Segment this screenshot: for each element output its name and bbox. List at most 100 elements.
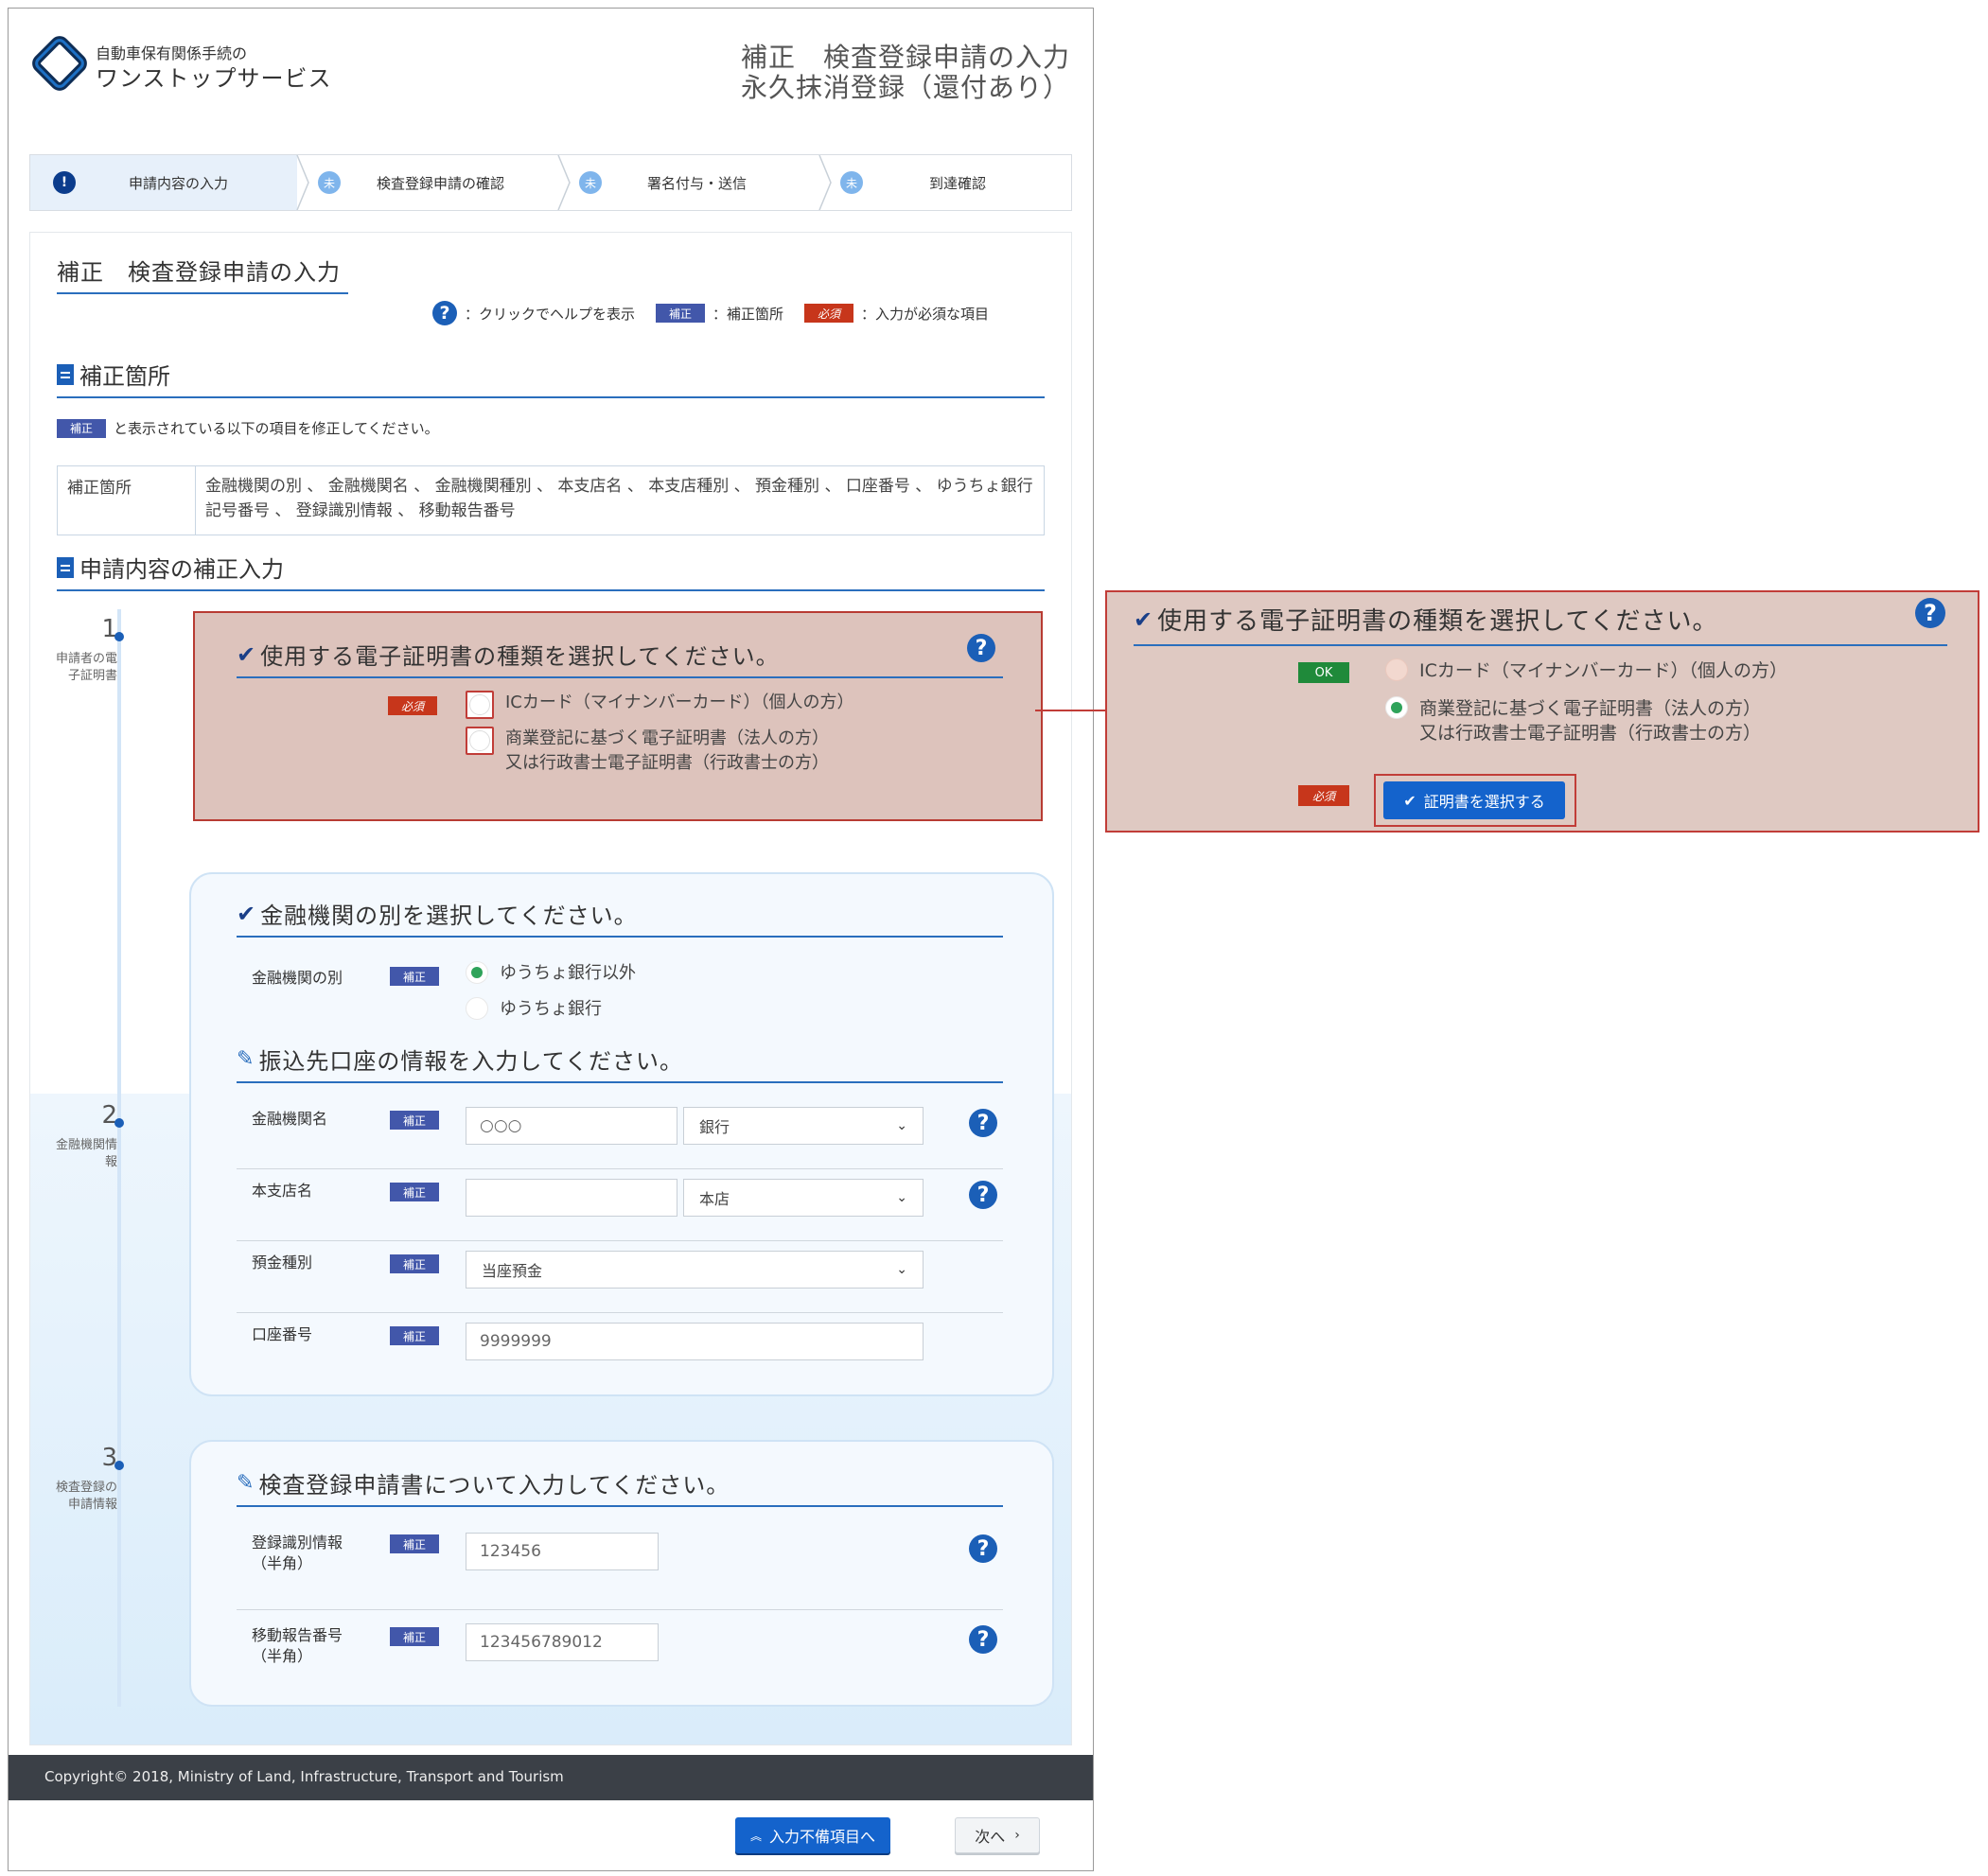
card-heading-text: 使用する電子証明書の種類を選択してください。: [260, 643, 780, 670]
row-label: 本支店名: [252, 1182, 313, 1200]
row-deposit-type: 預金種別 補正 当座預金 ⌄: [237, 1241, 1003, 1313]
row-label: 移動報告番号 （半角）: [252, 1625, 343, 1667]
zoom-callout: ✔ 使用する電子証明書の種類を選択してください。 ? OK ICカード（マイナン…: [1105, 590, 1979, 833]
option-line2: 又は行政書士電子証明書（行政書士の方）: [505, 753, 829, 773]
button-label: 証明書を選択する: [1423, 793, 1545, 811]
hosei-badge: 補正: [390, 1183, 439, 1201]
help-icon[interactable]: ?: [1915, 598, 1945, 628]
cert-option-ic[interactable]: ICカード（マイナンバーカード）（個人の方）: [466, 691, 854, 719]
required-badge: 必須: [804, 304, 854, 323]
timeline-label: 検査登録の申請情報: [55, 1481, 117, 1512]
bank-card: ✔ 金融機関の別を選択してください。 金融機関の別 補正 ゆうちょ銀行以外 ゆう…: [189, 872, 1054, 1396]
hosei-badge: 補正: [390, 1627, 439, 1646]
bank-type-select[interactable]: 銀行 ⌄: [683, 1107, 924, 1145]
branch-type-select[interactable]: 本店 ⌄: [683, 1179, 924, 1217]
alert-icon: !: [53, 171, 76, 194]
section-heading-input: 申請内容の補正入力: [57, 551, 1045, 591]
radio-selected[interactable]: [466, 961, 488, 984]
row-label-line2: （半角）: [252, 1554, 313, 1572]
option-line1: 商業登記に基づく電子証明書（法人の方）: [1419, 698, 1762, 719]
hosei-badge: 補正: [390, 1254, 439, 1273]
callout-option-corporate[interactable]: 商業登記に基づく電子証明書（法人の方） 又は行政書士電子証明書（行政書士の方）: [1385, 696, 1761, 745]
select-certificate-button[interactable]: ✔ 証明書を選択する: [1383, 781, 1565, 819]
edit-icon: ✎: [237, 1471, 255, 1495]
transfer-report-input[interactable]: 123456789012: [466, 1623, 659, 1661]
progress-steps: ! 申請内容の入力 未 検査登録申請の確認 未 署名付与・送信 未 到達確認: [29, 154, 1072, 211]
radio-selected[interactable]: [1385, 696, 1408, 719]
timeline-number: 3: [101, 1444, 117, 1472]
bank-kind-option-other[interactable]: ゆうちょ銀行以外: [466, 961, 636, 986]
hosei-badge: 補正: [57, 418, 106, 438]
option-label: 商業登記に基づく電子証明書（法人の方） 又は行政書士電子証明書（行政書士の方）: [1419, 696, 1761, 745]
help-icon[interactable]: ?: [969, 1625, 997, 1654]
row-label: 登録識別情報 （半角）: [252, 1533, 343, 1574]
option-line2: 又は行政書士電子証明書（行政書士の方）: [1419, 723, 1762, 744]
card-heading: ✔ 使用する電子証明書の種類を選択してください。: [237, 638, 1003, 678]
help-icon[interactable]: ?: [969, 1109, 997, 1137]
timeline-number: 2: [101, 1101, 117, 1130]
chevron-down-icon: ⌄: [896, 1262, 907, 1277]
help-icon[interactable]: ?: [969, 1181, 997, 1209]
footer: Copyright© 2018, Ministry of Land, Infra…: [9, 1755, 1093, 1800]
card-heading-text: 検査登録申請書について入力してください。: [258, 1472, 730, 1499]
hosei-badge: 補正: [390, 967, 439, 986]
back-to-errors-button[interactable]: ︽ 入力不備項目へ: [735, 1817, 890, 1853]
row-registration-id: 登録識別情報 （半角） 補正 123456 ?: [237, 1521, 1003, 1610]
pending-icon: 未: [318, 171, 341, 194]
cert-option-corporate[interactable]: 商業登記に基づく電子証明書（法人の方） 又は行政書士電子証明書（行政書士の方）: [466, 727, 829, 776]
page-title: 補正 検査登録申請の入力 永久抹消登録（還付あり）: [741, 43, 1070, 103]
callout-heading: ✔ 使用する電子証明書の種類を選択してください。: [1134, 602, 1947, 646]
branch-name-input[interactable]: [466, 1179, 677, 1217]
copyright-text: Copyright© 2018, Ministry of Land, Infra…: [44, 1768, 564, 1785]
bank-kind-option-yucho[interactable]: ゆうちょ銀行: [466, 997, 602, 1022]
select-value: 本店: [699, 1190, 730, 1208]
row-label: 口座番号: [252, 1325, 313, 1343]
check-icon: ✔: [237, 640, 257, 668]
required-badge: 必須: [1298, 785, 1349, 806]
row-label-line1: 登録識別情報: [252, 1534, 343, 1552]
callout-heading-text: 使用する電子証明書の種類を選択してください。: [1157, 607, 1718, 636]
callout-option-ic[interactable]: ICカード（マイナンバーカード）（個人の方）: [1385, 658, 1787, 683]
timeline-number: 1: [101, 615, 117, 643]
chevron-down-icon: ⌄: [896, 1190, 907, 1205]
section-heading-text: 申請内容の補正入力: [79, 556, 284, 583]
radio-unselected[interactable]: [466, 997, 488, 1020]
card-heading: ✔ 金融機関の別を選択してください。: [237, 897, 1003, 938]
deposit-type-select[interactable]: 当座預金 ⌄: [466, 1251, 924, 1289]
radio-unselected[interactable]: [1385, 658, 1408, 681]
main-window: 自動車保有関係手続の ワンストップサービス 補正 検査登録申請の入力 永久抹消登…: [8, 8, 1094, 1871]
button-label: 入力不備項目へ: [769, 1828, 876, 1846]
pending-icon: 未: [579, 171, 602, 194]
hosei-table-header: 補正箇所: [58, 466, 196, 535]
help-icon: ?: [432, 301, 457, 325]
radio-corporate[interactable]: [466, 727, 494, 755]
next-button[interactable]: 次へ ›: [955, 1817, 1040, 1853]
section-heading-hosei: 補正箇所: [57, 358, 1045, 398]
bank-name-input[interactable]: ○○○: [466, 1107, 677, 1145]
row-label: 預金種別: [252, 1254, 313, 1271]
step-confirm: 未 検査登録申請の確認: [310, 155, 558, 210]
hosei-note-text: と表示されている以下の項目を修正してください。: [114, 420, 439, 437]
legend-help-text: ：クリックでヘルプを表示: [465, 305, 636, 323]
timeline-dot: [114, 632, 124, 641]
option-line1: 商業登記に基づく電子証明書（法人の方）: [505, 728, 829, 748]
hosei-badge: 補正: [656, 304, 706, 323]
account-number-input[interactable]: 9999999: [466, 1323, 924, 1360]
select-value: 銀行: [699, 1118, 730, 1136]
hosei-badge: 補正: [390, 1326, 439, 1345]
radio-ic[interactable]: [466, 691, 494, 719]
card-heading: ✎ 検査登録申請書について入力してください。: [237, 1466, 1003, 1507]
help-icon[interactable]: ?: [967, 634, 995, 662]
chevron-up-icon: ︽: [749, 1829, 762, 1843]
chevron-right-icon: ›: [1014, 1828, 1020, 1843]
card-heading: ✎ 振込先口座の情報を入力してください。: [237, 1043, 1003, 1083]
help-icon[interactable]: ?: [969, 1534, 997, 1563]
registration-id-input[interactable]: 123456: [466, 1533, 659, 1570]
section-heading-text: 補正箇所: [79, 363, 170, 390]
timeline-line: [117, 609, 121, 1707]
legend-required-text: ：入力が必須な項目: [861, 305, 990, 323]
timeline-label: 金融機関情報: [55, 1138, 117, 1169]
row-transfer-report: 移動報告番号 （半角） 補正 123456789012 ?: [237, 1610, 1003, 1695]
check-icon: ✔: [1134, 605, 1154, 633]
legend-hosei-text: ：補正箇所: [713, 305, 784, 323]
